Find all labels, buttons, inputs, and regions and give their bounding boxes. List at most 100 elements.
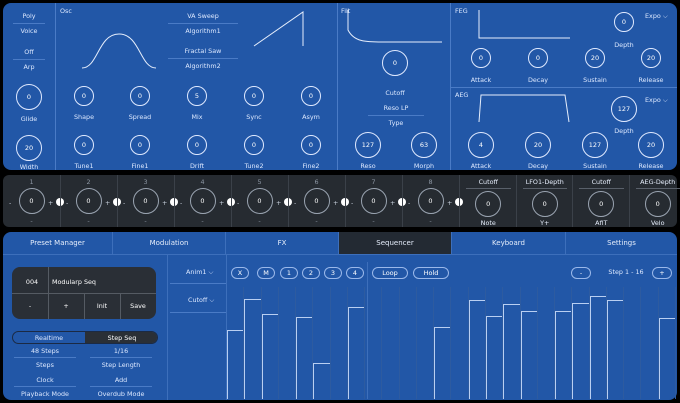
mod-target-knob[interactable]: 0 xyxy=(644,191,671,217)
tab-settings[interactable]: Settings xyxy=(566,232,677,254)
sequencer-step[interactable] xyxy=(642,287,659,399)
sequencer-step[interactable] xyxy=(624,287,642,399)
tune2-knob[interactable]: 0 xyxy=(244,135,264,155)
mod-slot-minus[interactable]: - xyxy=(66,199,68,207)
mod-slot-knob[interactable]: 0 xyxy=(132,188,159,214)
aeg-attack-knob[interactable]: 4 xyxy=(468,132,494,158)
sequencer-step[interactable] xyxy=(589,287,607,399)
filter-type-value[interactable]: Reso LP xyxy=(368,104,424,112)
preset-name[interactable]: Modularp Seq xyxy=(52,278,96,286)
width-knob[interactable]: 20 xyxy=(16,135,42,161)
preset-save-button[interactable]: Save xyxy=(120,302,156,310)
page-3-button[interactable]: 3 xyxy=(324,267,342,279)
arp-value[interactable]: Off xyxy=(3,48,55,56)
step-seq-button[interactable]: Step Seq xyxy=(85,334,157,342)
mod-slot-minus[interactable]: - xyxy=(237,199,239,207)
mod-slot-knob[interactable]: 0 xyxy=(246,188,273,214)
sequencer-step[interactable] xyxy=(555,287,573,399)
preset-next-button[interactable]: + xyxy=(48,302,84,310)
mod-slot-plus[interactable]: + xyxy=(219,199,224,207)
mod-slot-minus[interactable]: - xyxy=(9,199,11,207)
preset-init-button[interactable]: Init xyxy=(84,302,120,310)
sequencer-step[interactable] xyxy=(503,287,521,399)
mod-target-destination[interactable]: AEG-Depth xyxy=(630,178,680,186)
anim-select[interactable]: Anim1 ⌵ xyxy=(186,268,213,277)
sequencer-step[interactable] xyxy=(658,287,676,399)
reso-knob[interactable]: 127 xyxy=(355,132,381,158)
sync-knob[interactable]: 0 xyxy=(244,86,264,106)
mod-slot-minus[interactable]: - xyxy=(294,199,296,207)
sequencer-step[interactable] xyxy=(244,287,262,399)
feg-sustain-knob[interactable]: 20 xyxy=(585,48,605,68)
overdub-mode-value[interactable]: Add xyxy=(88,376,154,384)
mod-slot-plus[interactable]: + xyxy=(276,199,281,207)
sequencer-step[interactable] xyxy=(538,287,556,399)
tab-keyboard[interactable]: Keyboard xyxy=(452,232,566,254)
sequencer-step[interactable] xyxy=(313,287,331,399)
sequencer-step[interactable] xyxy=(520,287,538,399)
mute-button[interactable]: M xyxy=(257,267,275,279)
poly-value[interactable]: Poly xyxy=(3,12,55,20)
mod-target-knob[interactable]: 0 xyxy=(531,191,558,217)
mod-slot-plus[interactable]: + xyxy=(447,199,452,207)
mod-slot-plus[interactable]: + xyxy=(162,199,167,207)
target-select[interactable]: Cutoff ⌵ xyxy=(188,296,214,305)
aeg-decay-knob[interactable]: 20 xyxy=(525,132,551,158)
step-range-next-button[interactable]: + xyxy=(652,267,672,279)
shape-knob[interactable]: 0 xyxy=(74,86,94,106)
sequencer-step[interactable] xyxy=(382,287,400,399)
loop-button[interactable]: Loop xyxy=(372,267,408,279)
aeg-sustain-knob[interactable]: 127 xyxy=(582,132,608,158)
page-4-button[interactable]: 4 xyxy=(346,267,364,279)
mod-slot-knob[interactable]: 0 xyxy=(75,188,102,214)
realtime-button[interactable]: Realtime xyxy=(13,334,85,342)
glide-knob[interactable]: 0 xyxy=(16,84,42,110)
tab-sequencer[interactable]: Sequencer xyxy=(339,232,452,254)
mod-slot-minus[interactable]: - xyxy=(123,199,125,207)
spread-knob[interactable]: 0 xyxy=(130,86,150,106)
sequencer-step[interactable] xyxy=(331,287,348,399)
morph-knob[interactable]: 63 xyxy=(411,132,437,158)
sequencer-step[interactable] xyxy=(261,287,279,399)
mod-slot-knob[interactable]: 0 xyxy=(417,188,444,214)
drift-knob[interactable]: 0 xyxy=(187,135,207,155)
aeg-curve-select[interactable]: Expo ⌵ xyxy=(645,96,668,105)
page-2-button[interactable]: 2 xyxy=(302,267,320,279)
feg-curve-select[interactable]: Expo ⌵ xyxy=(645,12,668,21)
feg-release-knob[interactable]: 20 xyxy=(641,48,661,68)
mod-target-source[interactable]: Y+ xyxy=(517,219,574,227)
mix-knob[interactable]: 5 xyxy=(187,86,207,106)
step-grid[interactable] xyxy=(227,262,676,399)
fine2-knob[interactable]: 0 xyxy=(301,135,321,155)
mod-slot-minus[interactable]: - xyxy=(408,199,410,207)
asym-knob[interactable]: 0 xyxy=(301,86,321,106)
feg-depth-knob[interactable]: 0 xyxy=(614,12,634,32)
mod-slot-plus[interactable]: + xyxy=(48,199,53,207)
mod-slot-knob[interactable]: 0 xyxy=(303,188,330,214)
mod-target-source[interactable]: AfiT xyxy=(573,219,630,227)
step-range-prev-button[interactable]: - xyxy=(571,267,591,279)
mod-target-source[interactable]: Note xyxy=(460,219,517,227)
mod-target-destination[interactable]: Cutoff xyxy=(573,178,630,186)
sequencer-step[interactable] xyxy=(572,287,590,399)
step-length-value[interactable]: 1/16 xyxy=(88,347,154,355)
sequencer-step[interactable] xyxy=(400,287,417,399)
fine1-knob[interactable]: 0 xyxy=(130,135,150,155)
feg-attack-knob[interactable]: 0 xyxy=(471,48,491,68)
mod-slot-knob[interactable]: 0 xyxy=(18,188,45,214)
mod-target-destination[interactable]: LFO1-Depth xyxy=(517,178,574,186)
aeg-release-knob[interactable]: 20 xyxy=(638,132,664,158)
mod-slot-plus[interactable]: + xyxy=(390,199,395,207)
algorithm1-value[interactable]: VA Sweep xyxy=(168,12,238,20)
feg-decay-knob[interactable]: 0 xyxy=(528,48,548,68)
mod-slot-minus[interactable]: - xyxy=(180,199,182,207)
mod-target-destination[interactable]: Cutoff xyxy=(460,178,517,186)
sequencer-step[interactable] xyxy=(606,287,625,399)
mod-slot-plus[interactable]: + xyxy=(333,199,338,207)
preset-prev-button[interactable]: - xyxy=(12,302,48,310)
aeg-depth-knob[interactable]: 127 xyxy=(611,96,637,122)
sequencer-step[interactable] xyxy=(468,287,487,399)
steps-value[interactable]: 48 Steps xyxy=(12,347,78,355)
mod-target-source[interactable]: Velo xyxy=(630,219,680,227)
sequencer-step[interactable] xyxy=(452,287,469,399)
